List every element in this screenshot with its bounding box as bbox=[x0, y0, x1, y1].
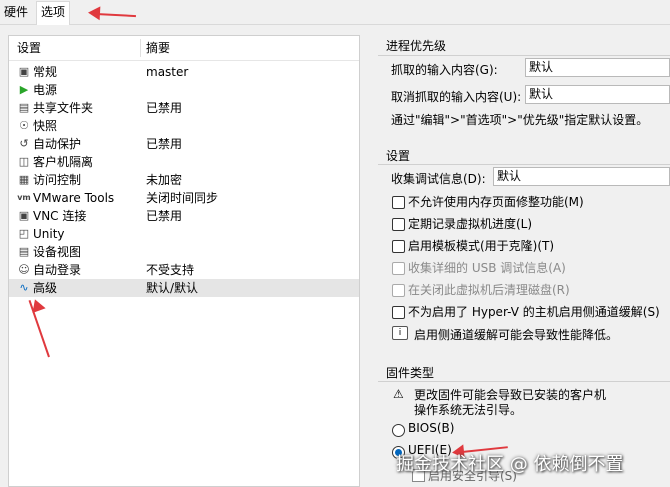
ungrab-input-label: 取消抓取的输入内容(U): bbox=[391, 90, 522, 104]
list-item-vmware-tools[interactable]: vm VMware Tools 关闭时间同步 bbox=[9, 189, 359, 207]
list-item-vnc[interactable]: ▣ VNC 连接 已禁用 bbox=[9, 207, 359, 225]
checkbox-box[interactable] bbox=[392, 196, 405, 209]
tab-options[interactable]: 选项 bbox=[36, 1, 71, 25]
watermark: 掘金技术社区 @ 依赖倒不置 bbox=[396, 454, 624, 475]
checkbox-box[interactable] bbox=[392, 218, 405, 231]
firmware-group-title: 固件类型 bbox=[386, 366, 435, 380]
list-item-label: 自动登录 bbox=[33, 263, 82, 277]
autologin-icon: ☺ bbox=[18, 263, 30, 276]
checkbox-label: 不允许使用内存页面修整功能(M) bbox=[408, 195, 584, 209]
column-header-summary[interactable]: 摘要 bbox=[146, 36, 170, 60]
list-item-power[interactable]: ▶ 电源 bbox=[9, 81, 359, 99]
annotation-arrowhead bbox=[87, 5, 101, 21]
list-item-summary: 默认/默认 bbox=[146, 281, 199, 295]
monitor-icon: ▣ bbox=[18, 65, 30, 78]
list-item-snapshots[interactable]: ☉ 快照 bbox=[9, 117, 359, 135]
list-item-label: Unity bbox=[33, 227, 65, 241]
checkbox-label: 定期记录虚拟机进度(L) bbox=[408, 217, 533, 231]
group-divider bbox=[378, 55, 670, 56]
list-item-autologin[interactable]: ☺ 自动登录 不受支持 bbox=[9, 261, 359, 279]
grab-input-label: 抓取的输入内容(G): bbox=[391, 63, 498, 77]
play-icon: ▶ bbox=[19, 83, 29, 96]
group-divider bbox=[378, 164, 670, 165]
access-control-icon: ▦ bbox=[18, 173, 30, 186]
list-item-label: 电源 bbox=[33, 83, 58, 97]
checkbox-label: 在关闭此虚拟机后清理磁盘(R) bbox=[408, 283, 570, 297]
firmware-warning-line2: 操作系统无法引导。 bbox=[414, 403, 523, 417]
list-item-label: 共享文件夹 bbox=[33, 101, 94, 115]
log-progress-checkbox[interactable]: 定期记录虚拟机进度(L) bbox=[392, 215, 670, 233]
list-item-label: VMware Tools bbox=[33, 191, 115, 205]
device-view-icon: ▤ bbox=[18, 245, 30, 258]
list-item-summary: 关闭时间同步 bbox=[146, 191, 219, 205]
list-item-shared-folders[interactable]: ▤ 共享文件夹 已禁用 bbox=[9, 99, 359, 117]
checkbox-label: 启用模板模式(用于克隆)(T) bbox=[408, 239, 555, 253]
lock-icon: ◫ bbox=[18, 155, 30, 168]
list-item-label: 自动保护 bbox=[33, 137, 82, 151]
folder-share-icon: ▤ bbox=[18, 101, 30, 114]
clean-disk-checkbox[interactable]: 在关闭此虚拟机后清理磁盘(R) bbox=[392, 281, 670, 299]
column-divider[interactable] bbox=[140, 39, 141, 57]
list-item-label: 快照 bbox=[33, 119, 58, 133]
debug-info-label: 收集调试信息(D): bbox=[391, 172, 486, 186]
list-item-label: VNC 连接 bbox=[33, 209, 87, 223]
debug-info-select[interactable]: 默认 bbox=[493, 167, 670, 186]
priority-note: 通过"编辑">"首选项">"优先级"指定默认设置。 bbox=[391, 113, 649, 127]
unity-icon: ◰ bbox=[18, 227, 30, 240]
list-item-label: 客户机隔离 bbox=[33, 155, 94, 169]
list-item-advanced[interactable]: ∿ 高级 默认/默认 bbox=[9, 279, 359, 297]
autoprotect-icon: ↺ bbox=[19, 137, 29, 150]
list-item-unity[interactable]: ◰ Unity bbox=[9, 225, 359, 243]
side-channel-info: 启用侧通道缓解可能会导致性能降低。 bbox=[414, 328, 619, 342]
vm-icon: vm bbox=[17, 193, 31, 202]
settings-group-title: 设置 bbox=[386, 149, 411, 163]
list-item-summary: 未加密 bbox=[146, 173, 183, 187]
group-divider bbox=[378, 381, 670, 382]
list-item-label: 设备视图 bbox=[33, 245, 82, 259]
bios-radio[interactable] bbox=[392, 424, 405, 437]
list-item-summary: 已禁用 bbox=[146, 137, 183, 151]
checkbox-label: 收集详细的 USB 调试信息(A) bbox=[408, 261, 566, 275]
list-item-summary: 已禁用 bbox=[146, 101, 183, 115]
checkbox-box[interactable] bbox=[392, 240, 405, 253]
no-memory-trim-checkbox[interactable]: 不允许使用内存页面修整功能(M) bbox=[392, 193, 670, 211]
list-item-label: 常规 bbox=[33, 65, 58, 79]
snapshot-icon: ☉ bbox=[19, 119, 29, 132]
column-header-setting[interactable]: 设置 bbox=[17, 36, 41, 60]
vnc-icon: ▣ bbox=[18, 209, 30, 222]
template-mode-checkbox[interactable]: 启用模板模式(用于克隆)(T) bbox=[392, 237, 670, 255]
list-item-general[interactable]: ▣ 常规 master bbox=[9, 63, 359, 81]
grab-input-select[interactable]: 默认 bbox=[525, 58, 670, 77]
info-icon: i bbox=[392, 326, 408, 340]
bios-label: BIOS(B) bbox=[408, 421, 455, 435]
ungrab-input-select[interactable]: 默认 bbox=[525, 85, 670, 104]
list-item-label: 高级 bbox=[33, 281, 58, 295]
checkbox-label: 不为启用了 Hyper-V 的主机启用侧通道缓解(S) bbox=[408, 305, 660, 319]
list-item-label: 访问控制 bbox=[33, 173, 82, 187]
checkbox-box[interactable] bbox=[392, 306, 405, 319]
list-item-summary: 已禁用 bbox=[146, 209, 183, 223]
usb-debug-checkbox[interactable]: 收集详细的 USB 调试信息(A) bbox=[392, 259, 670, 277]
settings-list: 设置 摘要 ▣ 常规 master ▶ 电源 ▤ 共享文件夹 已禁用 ☉ 快照 … bbox=[8, 35, 360, 487]
checkbox-box[interactable] bbox=[392, 284, 405, 297]
checkbox-box[interactable] bbox=[392, 262, 405, 275]
warning-icon: ⚠ bbox=[393, 387, 404, 401]
advanced-icon: ∿ bbox=[19, 281, 29, 294]
list-item-access-control[interactable]: ▦ 访问控制 未加密 bbox=[9, 171, 359, 189]
list-header: 设置 摘要 bbox=[9, 36, 359, 61]
list-item-device-view[interactable]: ▤ 设备视图 bbox=[9, 243, 359, 261]
list-item-summary: master bbox=[146, 65, 189, 79]
tab-hardware[interactable]: 硬件 bbox=[0, 2, 32, 23]
list-item-autoprotect[interactable]: ↺ 自动保护 已禁用 bbox=[9, 135, 359, 153]
list-item-guest-isolation[interactable]: ◫ 客户机隔离 bbox=[9, 153, 359, 171]
priority-group-title: 进程优先级 bbox=[386, 39, 447, 53]
list-item-summary: 不受支持 bbox=[146, 263, 195, 277]
hyperv-mitigation-checkbox[interactable]: 不为启用了 Hyper-V 的主机启用侧通道缓解(S) bbox=[392, 303, 670, 321]
